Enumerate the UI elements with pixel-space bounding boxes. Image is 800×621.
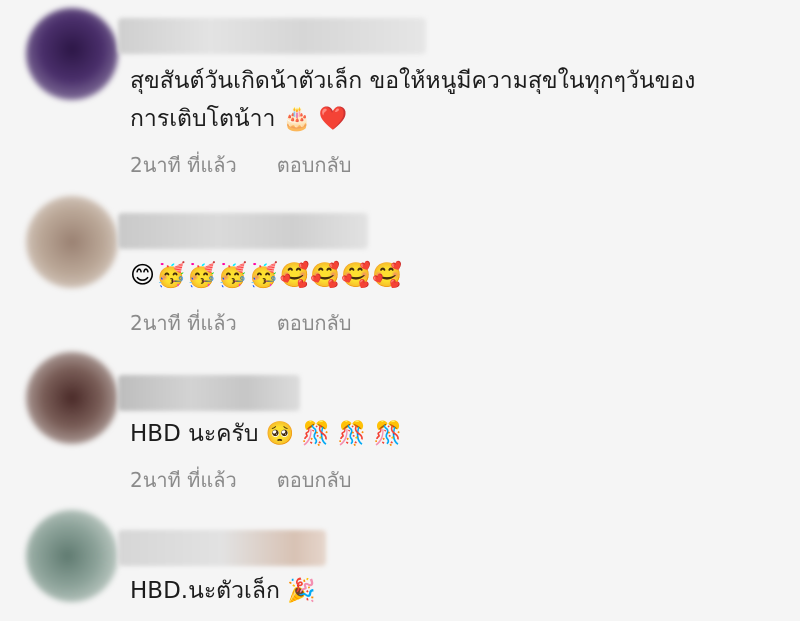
comment-meta: 2นาที ที่แล้ว ตอบกลับ [130, 310, 352, 336]
timestamp: 2นาที ที่แล้ว [130, 468, 237, 492]
reply-button[interactable]: ตอบกลับ [277, 153, 352, 177]
commenter-name[interactable] [118, 375, 300, 411]
comment-text: การเติบโตน้าา 🎂 ❤️ [130, 106, 348, 132]
reply-button[interactable]: ตอบกลับ [277, 311, 352, 335]
comment-text: สุขสันต์วันเกิดน้าตัวเล็ก ขอให้หนูมีความ… [130, 68, 696, 94]
timestamp: 2นาที ที่แล้ว [130, 311, 237, 335]
comment-text: HBD.นะตัวเล็ก 🎉 [130, 578, 316, 604]
comment-text: HBD นะครับ 🥺 🎊 🎊 🎊 [130, 421, 403, 447]
timestamp: 2นาที ที่แล้ว [130, 153, 237, 177]
reply-button[interactable]: ตอบกลับ [277, 468, 352, 492]
comments-page: สุขสันต์วันเกิดน้าตัวเล็ก ขอให้หนูมีความ… [0, 0, 800, 621]
commenter-name[interactable] [118, 18, 426, 54]
avatar[interactable] [26, 8, 118, 100]
commenter-name[interactable] [118, 530, 326, 566]
avatar[interactable] [26, 196, 118, 288]
comment-meta: 2นาที ที่แล้ว ตอบกลับ [130, 467, 352, 493]
avatar[interactable] [26, 510, 118, 602]
comment-meta: 2นาที ที่แล้ว ตอบกลับ [130, 152, 352, 178]
avatar[interactable] [26, 352, 118, 444]
commenter-name[interactable] [118, 213, 368, 249]
comment-emojis: 😊🥳🥳🥳🥳🥰🥰🥰🥰 [130, 261, 404, 289]
